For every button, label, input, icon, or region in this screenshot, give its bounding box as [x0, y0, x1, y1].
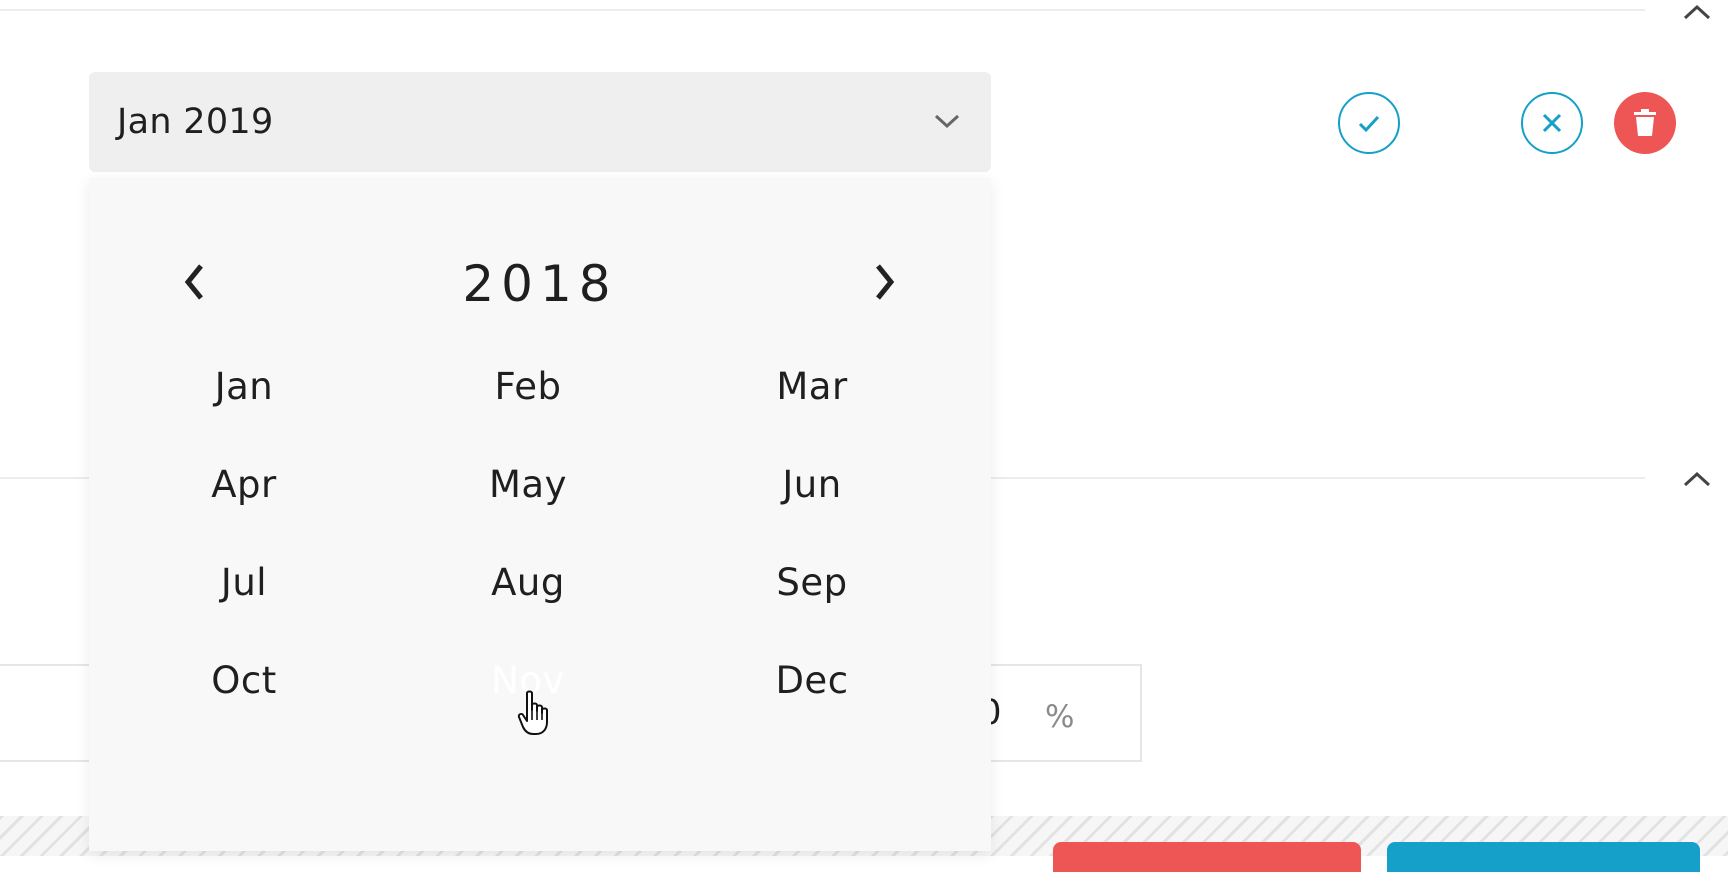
- month-option-nov[interactable]: Nov: [386, 654, 670, 752]
- collapse-section-chevron-up-icon[interactable]: [1682, 2, 1712, 22]
- check-icon: [1358, 115, 1380, 133]
- next-year-button[interactable]: [865, 254, 905, 310]
- month-option-dec[interactable]: Dec: [670, 654, 954, 752]
- percent-unit-label: %: [1045, 699, 1075, 735]
- close-icon: [1542, 113, 1562, 133]
- month-option-jan[interactable]: Jan: [102, 360, 386, 458]
- chevron-down-icon: [933, 112, 961, 134]
- month-option-mar[interactable]: Mar: [670, 360, 954, 458]
- month-option-may[interactable]: May: [386, 458, 670, 556]
- month-year-select-value: Jan 2019: [117, 102, 274, 142]
- collapse-section-chevron-up-icon[interactable]: [1682, 469, 1712, 489]
- month-option-aug[interactable]: Aug: [386, 556, 670, 654]
- chevron-right-icon: [876, 264, 895, 300]
- delete-button[interactable]: [1614, 92, 1676, 154]
- footer-danger-button[interactable]: [1053, 842, 1361, 872]
- month-year-select[interactable]: Jan 2019: [89, 72, 991, 172]
- picker-year: 2018: [462, 255, 618, 313]
- month-option-apr[interactable]: Apr: [102, 458, 386, 556]
- month-option-jul[interactable]: Jul: [102, 556, 386, 654]
- cancel-button[interactable]: [1521, 92, 1583, 154]
- month-option-sep[interactable]: Sep: [670, 556, 954, 654]
- section-divider-top: [0, 9, 1645, 11]
- month-picker-dropdown: 2018 Jan Feb Mar Apr May Jun Jul Aug Sep…: [89, 178, 991, 851]
- month-option-oct[interactable]: Oct: [102, 654, 386, 752]
- month-option-feb[interactable]: Feb: [386, 360, 670, 458]
- footer-primary-button[interactable]: [1387, 842, 1700, 872]
- confirm-button[interactable]: [1338, 92, 1400, 154]
- month-grid: Jan Feb Mar Apr May Jun Jul Aug Sep Oct …: [89, 360, 991, 752]
- trash-icon: [1634, 109, 1656, 136]
- month-option-jun[interactable]: Jun: [670, 458, 954, 556]
